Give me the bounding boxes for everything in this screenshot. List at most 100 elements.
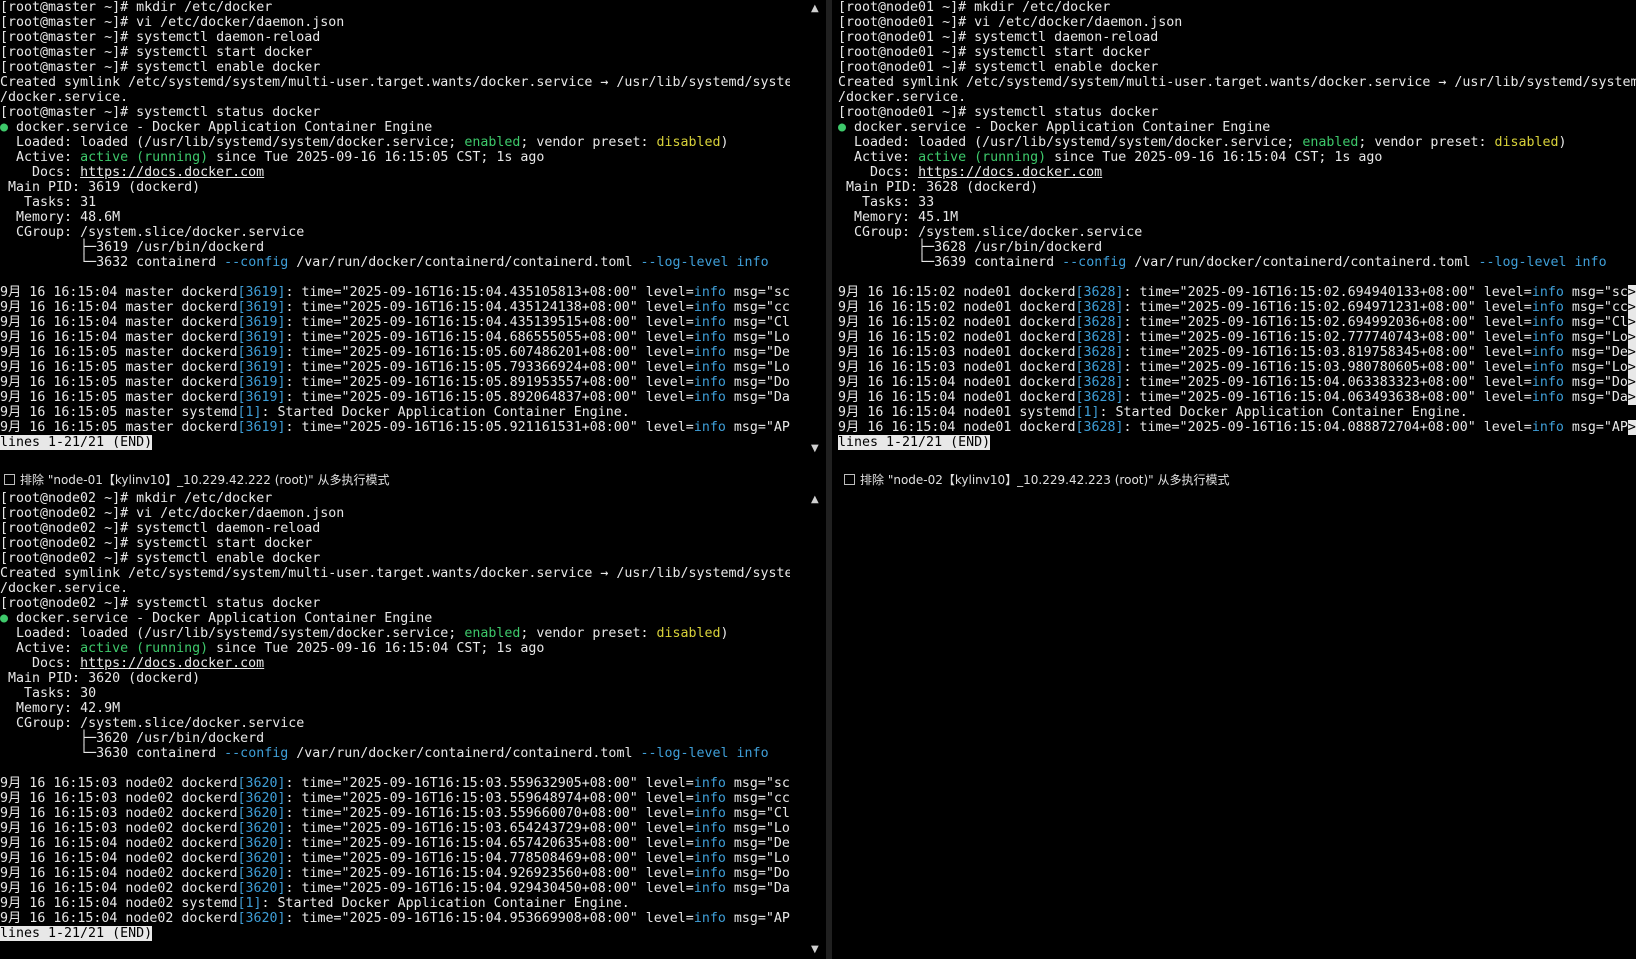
text [128,45,136,60]
log-level: info [693,836,726,851]
log-msg: Cl [773,806,790,821]
log-text: msg=" [725,285,774,300]
text [966,30,974,45]
log-level: info [1531,390,1564,405]
pid-value: 3619 (dockerd) [88,180,201,195]
terminal-line: Created symlink /etc/systemd/system/mult… [0,75,790,90]
pager-status: lines 1-21/21 (END) [838,435,1636,450]
scroll-up-arrow-icon[interactable]: ▲ [811,4,819,14]
log-msg: Cl [1611,315,1628,330]
log-text: msg=" [725,836,774,851]
text [128,0,136,15]
prompt: [root@node02 ~]# [0,521,129,536]
command: systemctl enable docker [974,60,1159,75]
truncation-marker: > [1627,345,1636,360]
cgroup-proc: 3639 containerd [934,255,1063,270]
log-level: info [693,330,726,345]
command: vi /etc/docker/daemon.json [136,506,345,521]
flag: --config [1062,255,1127,270]
terminal-line: Active: active (running) since Tue 2025-… [0,641,790,656]
log-line: 9月 16 16:15:03 node02 dockerd[3620]: tim… [0,806,790,821]
log-text: msg=" [725,315,774,330]
log-pid: [3628] [1075,330,1124,345]
log-line: 9月 16 16:15:05 master dockerd[3619]: tim… [0,375,790,390]
text [128,521,136,536]
log-text: : time=" [285,836,350,851]
log-msg: Lo [1611,360,1628,375]
exclude-multi-exec-checkbox[interactable]: 排除 "node-02【kylinv10】_10.229.42.223 (roo… [844,468,1230,490]
log-text: msg=" [725,911,774,926]
log-proc: dockerd [173,836,238,851]
log-level: info [1531,345,1564,360]
log-time: 9月 16 16:15:05 [0,420,118,435]
level: info [736,255,769,270]
path: /var/run/docker/containerd/containerd.to… [1126,255,1479,270]
log-text: msg=" [725,821,774,836]
terminal-pane-node01[interactable]: [root@node01 ~]# mkdir /etc/docker [root@… [838,0,1636,458]
tasks-value: 31 [80,195,97,210]
truncation-marker: > [1627,315,1636,330]
command-line: [root@master ~]# vi /etc/docker/daemon.j… [0,15,790,30]
text [128,491,136,506]
command-line: [root@node02 ~]# systemctl start docker [0,536,790,551]
exclude-multi-exec-checkbox[interactable]: 排除 "node-01【kylinv10】_10.229.42.222 (roo… [4,468,390,490]
log-host: node02 [117,866,174,881]
truncation-marker: > [1627,390,1636,405]
log-timestamp: 2025-09-16T16:15:05.793366924+08:00 [349,360,630,375]
log-proc: dockerd [173,821,238,836]
checkbox-icon[interactable] [4,473,15,485]
label: Docs: [0,656,81,671]
log-text: msg=" [725,345,774,360]
log-pid: [3620] [237,836,286,851]
log-text: msg=" [725,420,774,435]
text [966,0,974,15]
log-text: : time=" [285,776,350,791]
log-text: : time=" [285,300,350,315]
pane-divider[interactable] [826,0,832,959]
since-text: since Tue 2025-09-16 16:15:04 CST; 1s ag… [208,641,545,656]
log-line: 9月 16 16:15:03 node02 dockerd[3620]: tim… [0,791,790,806]
log-text: : time=" [285,330,350,345]
terminal-output: [root@node02 ~]# mkdir /etc/docker [root@… [0,491,790,941]
prompt: [root@node02 ~]# [0,596,129,611]
log-text: " level= [629,851,694,866]
log-line: 9月 16 16:15:04 node02 dockerd[3620]: tim… [0,836,790,851]
text [128,60,136,75]
scroll-up-arrow-icon[interactable]: ▲ [811,495,819,505]
log-text: msg=" [1563,315,1612,330]
scrollbar[interactable]: ▲ ▼ [808,491,824,959]
terminal-pane-node02[interactable]: [root@node02 ~]# mkdir /etc/docker [root@… [0,491,790,959]
log-line: 9月 16 16:15:02 node01 dockerd[3628]: tim… [838,330,1636,345]
log-host: node01 [955,300,1012,315]
terminal-pane-master[interactable]: [root@master ~]# mkdir /etc/docker [root@… [0,0,790,458]
log-time: 9月 16 16:15:04 [0,866,118,881]
pager-status-bar: lines 1-21/21 (END) [838,435,991,450]
scroll-down-arrow-icon[interactable]: ▼ [811,945,819,955]
log-pid: [3619] [237,345,286,360]
log-msg: Lo [773,360,790,375]
terminal-line: └─3632 containerd --config /var/run/dock… [0,255,790,270]
log-text: msg=" [725,851,774,866]
log-pid: [1] [237,896,262,911]
preset-state: disabled [1494,135,1559,150]
log-line: 9月 16 16:15:03 node02 dockerd[3620]: tim… [0,776,790,791]
log-text: " level= [1467,360,1532,375]
terminal-line: CGroup: /system.slice/docker.service [838,225,1636,240]
value: ) [720,135,729,150]
scrollbar[interactable]: ▲ ▼ [808,0,824,458]
log-line: 9月 16 16:15:02 node01 dockerd[3628]: tim… [838,285,1636,300]
log-timestamp: 2025-09-16T16:15:04.088872704+08:00 [1187,420,1468,435]
log-time: 9月 16 16:15:04 [0,851,118,866]
log-line: 9月 16 16:15:04 node02 dockerd[3620]: tim… [0,866,790,881]
command: systemctl daemon-reload [136,30,321,45]
command: systemctl status docker [136,105,321,120]
log-time: 9月 16 16:15:02 [838,330,956,345]
terminal-line: Tasks: 31 [0,195,790,210]
scroll-down-arrow-icon[interactable]: ▼ [811,444,819,454]
truncation-marker: > [1627,360,1636,375]
log-text: " level= [1467,285,1532,300]
log-pid: [3628] [1075,360,1124,375]
command-line: [root@node02 ~]# systemctl enable docker [0,551,790,566]
log-proc: dockerd [173,360,238,375]
checkbox-icon[interactable] [844,473,855,485]
